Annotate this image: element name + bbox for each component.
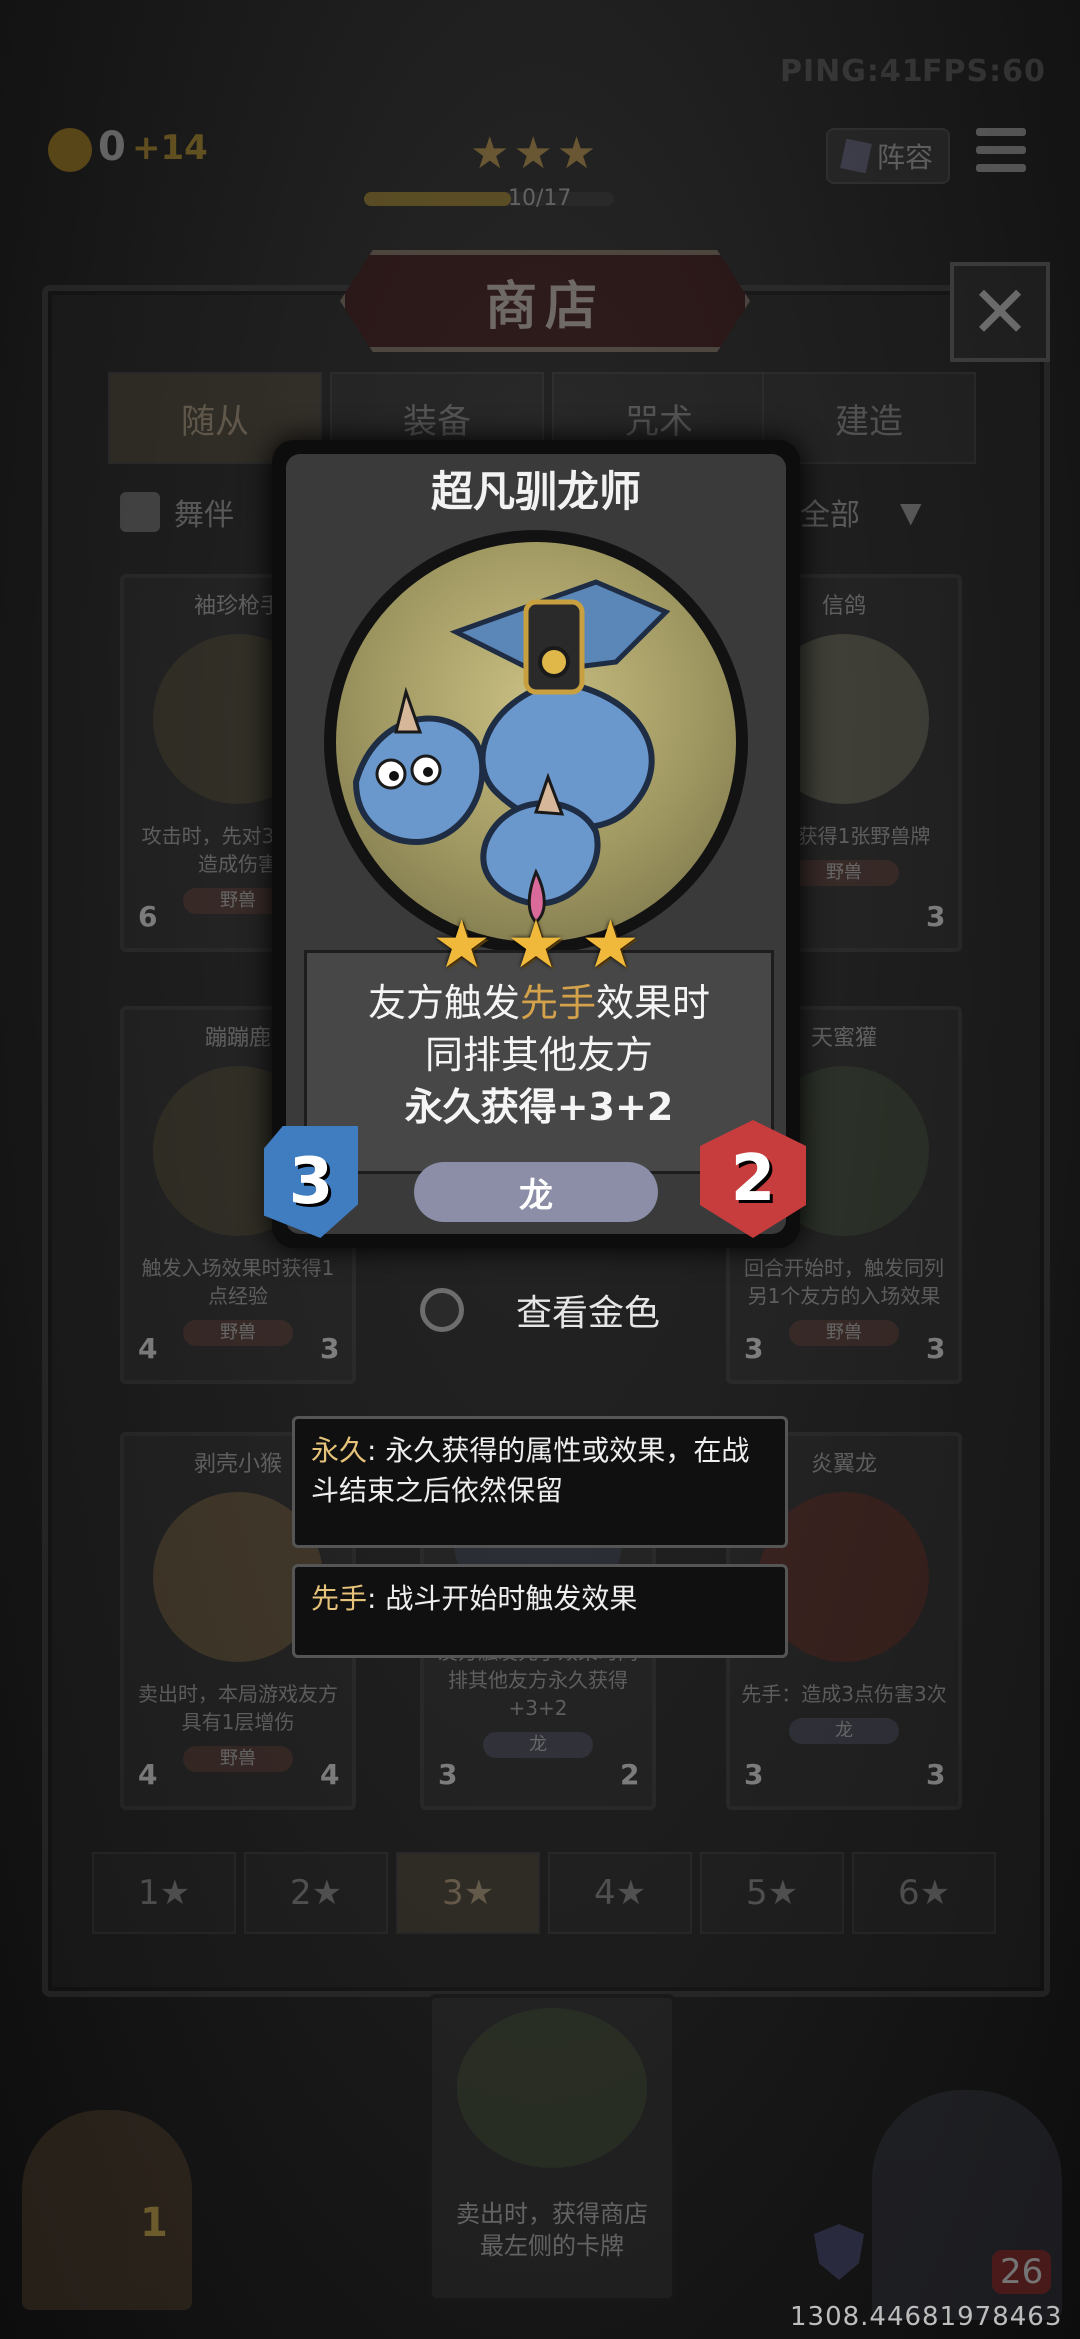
tab-label: 咒术 xyxy=(625,401,693,442)
shield-icon xyxy=(814,2224,864,2280)
bench-card[interactable]: 卖出时，获得商店最左侧的卡牌 xyxy=(428,1994,676,2302)
card-desc-line-2: 同排其他友方 xyxy=(424,1033,653,1077)
star-icon: ★ xyxy=(506,906,566,983)
door-icon[interactable]: 1 xyxy=(22,2110,192,2310)
card-desc-line-1: 友方触发先手效果时 xyxy=(307,977,771,1029)
slot-tribe: 野兽 xyxy=(789,1320,899,1346)
star-filter-5[interactable]: 5★ xyxy=(700,1852,844,1934)
slot-health: 3 xyxy=(926,900,946,933)
star-filter-2[interactable]: 2★ xyxy=(244,1852,388,1934)
star-filter-label: 3★ xyxy=(441,1873,495,1913)
slot-desc: 回合开始时，触发同列另1个友方的入场效果 xyxy=(744,1256,944,1308)
star-filter-label: 6★ xyxy=(897,1873,951,1913)
slot-health: 3 xyxy=(926,1332,946,1365)
star-icon: ★ xyxy=(580,906,640,983)
card-detail[interactable]: 超凡驯龙师 友方触发先手效果时 同排其他友方 永久获得+3+2 ★ ★ ★ 龙 … xyxy=(264,440,806,1248)
dragon-tamer-art xyxy=(352,579,671,925)
desc-text: 效果时 xyxy=(596,981,711,1025)
hero-health-badge: 26 xyxy=(992,2250,1052,2294)
card-name: 超凡驯龙师 xyxy=(430,467,641,516)
star-filter-label: 2★ xyxy=(289,1873,343,1913)
close-button[interactable]: ✕ xyxy=(950,262,1050,362)
star-filter-label: 5★ xyxy=(745,1873,799,1913)
slot-attack: 4 xyxy=(138,1332,158,1365)
debug-coordinates: 1308.44681978463 xyxy=(790,2302,1063,2332)
hero-portrait[interactable]: 26 xyxy=(872,2090,1062,2320)
close-icon: ✕ xyxy=(969,270,1031,354)
slot-tribe: 野兽 xyxy=(183,1320,293,1346)
tooltip-keyword: 永久 xyxy=(311,1434,368,1467)
card-desc-line-3: 永久获得+3+2 xyxy=(404,1085,674,1129)
filter-right[interactable]: 全部 ▼ xyxy=(800,482,950,542)
card-description-box: 友方触发先手效果时 同排其他友方 永久获得+3+2 xyxy=(304,950,774,1174)
star-filter-3[interactable]: 3★ xyxy=(396,1852,540,1934)
slot-health: 3 xyxy=(926,1758,946,1791)
star-filter-label: 1★ xyxy=(137,1873,191,1913)
view-gold-toggle[interactable]: 查看金色 xyxy=(420,1280,760,1340)
desc-keyword: 先手 xyxy=(519,981,596,1025)
tooltip-keyword: 先手 xyxy=(311,1582,368,1615)
star-filter-label: 4★ xyxy=(593,1873,647,1913)
slot-health: 4 xyxy=(320,1758,340,1791)
slot-attack: 3 xyxy=(744,1758,764,1791)
slot-desc: 先手：造成3点伤害3次 xyxy=(741,1682,947,1706)
view-gold-radio[interactable] xyxy=(420,1288,464,1332)
tab-label: 随从 xyxy=(181,401,249,442)
filter-left-label: 舞伴 xyxy=(174,498,234,533)
tab-label: 建造 xyxy=(835,401,903,442)
slot-attack: 3 xyxy=(438,1758,458,1791)
keyword-tooltip-first-strike: 先手: 战斗开始时触发效果 xyxy=(292,1564,788,1658)
card-art xyxy=(336,542,736,942)
slot-desc: 卖出时，本局游戏友方具有1层增伤 xyxy=(138,1682,338,1734)
mask-icon xyxy=(120,492,160,532)
tab-label: 装备 xyxy=(403,401,471,442)
star-filter-4[interactable]: 4★ xyxy=(548,1852,692,1934)
star-icon: ★ xyxy=(432,906,492,983)
star-filter-6[interactable]: 6★ xyxy=(852,1852,996,1934)
filter-left[interactable]: 舞伴 xyxy=(120,482,290,542)
keyword-tooltip-permanent: 永久: 永久获得的属性或效果，在战斗结束之后依然保留 xyxy=(292,1416,788,1548)
slot-tribe: 野兽 xyxy=(789,860,899,886)
shop-title: 商店 xyxy=(484,276,605,337)
tooltip-text: : 永久获得的属性或效果，在战斗结束之后依然保留 xyxy=(311,1434,750,1507)
funnel-icon: ▼ xyxy=(900,495,922,529)
bench-card-art xyxy=(457,2008,647,2168)
desc-text: 友方触发 xyxy=(367,981,520,1025)
star-filter-1[interactable]: 1★ xyxy=(92,1852,236,1934)
door-count: 1 xyxy=(140,2200,168,2246)
slot-attack: 4 xyxy=(138,1758,158,1791)
slot-tribe: 野兽 xyxy=(183,1746,293,1772)
slot-tribe: 龙 xyxy=(789,1718,899,1744)
card-stars: ★ ★ ★ xyxy=(432,910,640,980)
slot-tribe: 龙 xyxy=(483,1732,593,1758)
view-gold-label: 查看金色 xyxy=(516,1293,661,1334)
slot-health: 2 xyxy=(620,1758,640,1791)
slot-attack: 6 xyxy=(138,900,158,933)
filter-right-label: 全部 xyxy=(800,498,860,533)
slot-health: 3 xyxy=(320,1332,340,1365)
shop-title-plaque: 商店 xyxy=(340,250,750,352)
card-tribe: 龙 xyxy=(414,1162,658,1222)
tooltip-text: : 战斗开始时触发效果 xyxy=(367,1582,638,1615)
bench-card-desc: 卖出时，获得商店最左侧的卡牌 xyxy=(456,2200,648,2260)
slot-desc: 触发入场效果时获得1点经验 xyxy=(141,1256,335,1308)
